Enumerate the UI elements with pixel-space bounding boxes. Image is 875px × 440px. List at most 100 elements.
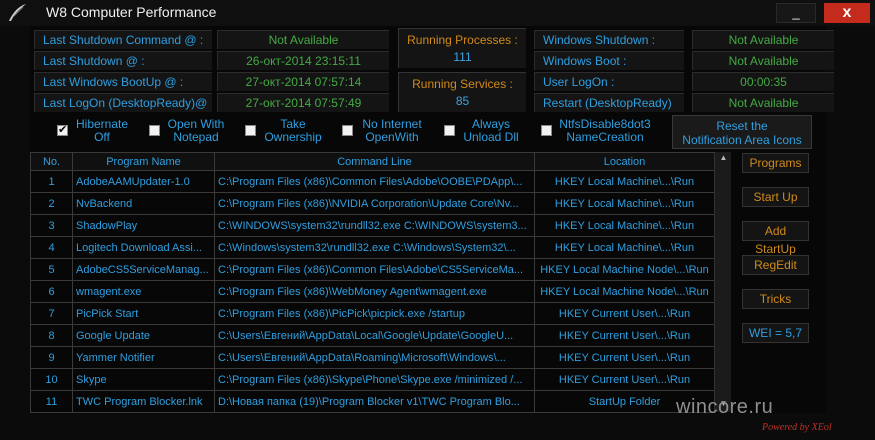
cell-command-line[interactable]: C:\Program Files (x86)\Skype\Phone\Skype… <box>214 368 535 391</box>
take-ownership-checkbox[interactable] <box>245 125 256 136</box>
cell-program-name[interactable]: PicPick Start <box>72 302 215 325</box>
option-no-internet-openwith[interactable]: No Internet OpenWith <box>357 118 427 152</box>
cell-no[interactable]: 6 <box>30 280 73 303</box>
cell-location[interactable]: HKEY Local Machine\...\Run <box>534 170 715 193</box>
programs-button[interactable]: Programs <box>742 153 809 173</box>
window-title: W8 Computer Performance <box>46 4 217 20</box>
cell-location[interactable]: HKEY Local Machine\...\Run <box>534 236 715 259</box>
cell-command-line[interactable]: C:\Windows\system32\rundll32.exe C:\Wind… <box>214 236 535 259</box>
cell-program-name[interactable]: NvBackend <box>72 192 215 215</box>
table-row[interactable]: 4 Logitech Download Assi... C:\Windows\sys… <box>30 236 715 259</box>
minimize-button[interactable]: _ <box>776 3 816 23</box>
cell-no[interactable]: 3 <box>30 214 73 237</box>
cell-location[interactable]: HKEY Current User\...\Run <box>534 324 715 347</box>
table-row[interactable]: 10 Skype C:\Program Files (x86)\Skype\Phon… <box>30 368 715 391</box>
cell-command-line[interactable]: C:\Program Files (x86)\NVIDIA Corporatio… <box>214 192 535 215</box>
value-last-shutdown-command: Not Available <box>217 30 389 49</box>
cell-no[interactable]: 8 <box>30 324 73 347</box>
label-windows-shutdown: Windows Shutdown : <box>534 30 684 49</box>
no-internet-openwith-checkbox[interactable] <box>342 125 353 136</box>
startup-programs-table: No. Program Name Command Line Location 1… <box>30 152 715 413</box>
option-ntfs-disable-8dot3[interactable]: NtfsDisable8dot3 NameCreation <box>555 118 655 152</box>
cell-program-name[interactable]: AdobeAAMUpdater-1.0 <box>72 170 215 193</box>
tricks-button[interactable]: Tricks <box>742 289 809 309</box>
cell-no[interactable]: 5 <box>30 258 73 281</box>
table-row[interactable]: 6 wmagent.exe C:\Program Files (x86)\WebMo… <box>30 280 715 303</box>
table-row[interactable]: 1 AdobeAAMUpdater-1.0 C:\Program Files (x8… <box>30 170 715 193</box>
option-label: Take <box>280 117 306 131</box>
cell-command-line[interactable]: C:\Program Files (x86)\Common Files\Adob… <box>214 170 535 193</box>
cell-command-line[interactable]: D:\Новая папка (19)\Program Blocker v1\T… <box>214 390 535 413</box>
cell-program-name[interactable]: TWC Program Blocker.lnk <box>72 390 215 413</box>
cell-program-name[interactable]: AdobeCS5ServiceManag... <box>72 258 215 281</box>
cell-no[interactable]: 2 <box>30 192 73 215</box>
cell-command-line[interactable]: C:\Program Files (x86)\WebMoney Agent\wm… <box>214 280 535 303</box>
regedit-button[interactable]: RegEdit <box>742 255 809 275</box>
reset-notification-icons-button[interactable]: Reset the Notification Area Icons <box>672 115 812 149</box>
table-row[interactable]: 7 PicPick Start C:\Program Files (x86)\Pic… <box>30 302 715 325</box>
option-label: NtfsDisable8dot3 <box>559 117 651 131</box>
option-open-with-notepad[interactable]: Open With Notepad <box>164 118 228 152</box>
cell-no[interactable]: 9 <box>30 346 73 369</box>
cell-command-line[interactable]: C:\Users\Евгений\AppData\Roaming\Microso… <box>214 346 535 369</box>
header-command-line[interactable]: Command Line <box>214 152 535 171</box>
cell-no[interactable]: 4 <box>30 236 73 259</box>
cell-program-name[interactable]: Skype <box>72 368 215 391</box>
cell-location[interactable]: HKEY Current User\...\Run <box>534 368 715 391</box>
cell-program-name[interactable]: Yammer Notifier <box>72 346 215 369</box>
cell-command-line[interactable]: C:\Program Files (x86)\PicPick\picpick.e… <box>214 302 535 325</box>
table-row[interactable]: 8 Google Update C:\Users\Евгений\AppData\L… <box>30 324 715 347</box>
value-last-logon: 27-окт-2014 07:57:49 <box>217 93 389 112</box>
cell-program-name[interactable]: Google Update <box>72 324 215 347</box>
cell-program-name[interactable]: ShadowPlay <box>72 214 215 237</box>
always-unload-dll-checkbox[interactable] <box>444 125 455 136</box>
cell-location[interactable]: HKEY Local Machine\...\Run <box>534 214 715 237</box>
table-row[interactable]: 3 ShadowPlay C:\WINDOWS\system32\rundll32.… <box>30 214 715 237</box>
option-take-ownership[interactable]: Take Ownership <box>260 118 326 152</box>
table-row[interactable]: 9 Yammer Notifier C:\Users\Евгений\AppData… <box>30 346 715 369</box>
table-row[interactable]: 11 TWC Program Blocker.lnk D:\Новая папка … <box>30 390 715 413</box>
header-location[interactable]: Location <box>534 152 715 171</box>
cell-location[interactable]: HKEY Current User\...\Run <box>534 346 715 369</box>
hibernate-off-checkbox[interactable]: ✔ <box>57 125 68 136</box>
running-services-box: Running Services : 85 <box>398 72 526 112</box>
option-label: Open With <box>167 117 225 131</box>
cell-no[interactable]: 1 <box>30 170 73 193</box>
label-last-shutdown-command: Last Shutdown Command @ : <box>34 30 212 49</box>
reset-label-2: Notification Area Icons <box>682 133 802 147</box>
cell-program-name[interactable]: Logitech Download Assi... <box>72 236 215 259</box>
ntfs-disable-8dot3-checkbox[interactable] <box>541 125 552 136</box>
running-services-label: Running Services : <box>412 77 513 91</box>
option-hibernate-off[interactable]: Hibernate Off <box>70 118 134 152</box>
cell-location[interactable]: HKEY Local Machine Node\...\Run <box>534 258 715 281</box>
table-row[interactable]: 2 NvBackend C:\Program Files (x86)\NVIDIA … <box>30 192 715 215</box>
label-windows-boot: Windows Boot : <box>534 51 684 70</box>
cell-no[interactable]: 7 <box>30 302 73 325</box>
running-services-value: 85 <box>455 94 470 108</box>
close-button[interactable]: x <box>824 3 870 23</box>
cell-location[interactable]: HKEY Local Machine Node\...\Run <box>534 280 715 303</box>
cell-location[interactable]: HKEY Current User\...\Run <box>534 302 715 325</box>
header-no[interactable]: No. <box>30 152 73 171</box>
label-last-bootup: Last Windows BootUp @ : <box>34 72 212 91</box>
open-with-notepad-checkbox[interactable] <box>149 125 160 136</box>
option-always-unload-dll[interactable]: Always Unload Dll <box>458 118 524 152</box>
add-startup-button[interactable]: Add StartUp <box>742 221 809 256</box>
option-label: Off <box>94 130 110 144</box>
scroll-up-arrow-icon[interactable]: ▲ <box>715 153 732 162</box>
cell-location[interactable]: HKEY Local Machine\...\Run <box>534 192 715 215</box>
table-row[interactable]: 5 AdobeCS5ServiceManag... C:\Program Files… <box>30 258 715 281</box>
option-label: No Internet <box>362 117 422 131</box>
running-processes-value: 111 <box>453 50 472 64</box>
startup-button[interactable]: Start Up <box>742 187 809 207</box>
label-restart: Restart (DesktopReady) <box>534 93 684 112</box>
cell-no[interactable]: 10 <box>30 368 73 391</box>
cell-no[interactable]: 11 <box>30 390 73 413</box>
cell-command-line[interactable]: C:\Program Files (x86)\Common Files\Adob… <box>214 258 535 281</box>
cell-command-line[interactable]: C:\Users\Евгений\AppData\Local\Google\Up… <box>214 324 535 347</box>
cell-command-line[interactable]: C:\WINDOWS\system32\rundll32.exe C:\WIND… <box>214 214 535 237</box>
feather-pen-icon <box>9 4 26 21</box>
cell-program-name[interactable]: wmagent.exe <box>72 280 215 303</box>
header-program-name[interactable]: Program Name <box>72 152 215 171</box>
table-scrollbar[interactable]: ▲ ▼ <box>714 152 731 412</box>
